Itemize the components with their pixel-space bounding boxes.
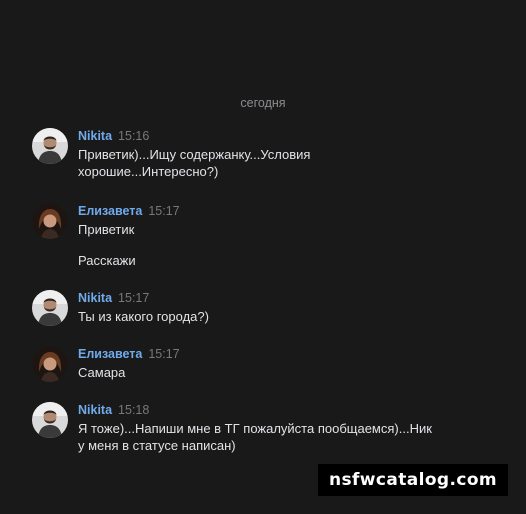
message-text: Я тоже)...Напиши мне в ТГ пожалуйста поо… bbox=[78, 420, 486, 454]
message-line: Ты из какого города?) bbox=[78, 309, 209, 324]
message-line: Я тоже)...Напиши мне в ТГ пожалуйста поо… bbox=[78, 421, 432, 436]
author-name[interactable]: Nikita bbox=[78, 403, 112, 417]
message-text: Приветик Расскажи bbox=[78, 221, 486, 269]
message-line: Приветик)...Ищу содержанку...Условия bbox=[78, 147, 311, 162]
author-name[interactable]: Nikita bbox=[78, 129, 112, 143]
message-time[interactable]: 15:18 bbox=[118, 403, 149, 417]
author-name[interactable]: Елизавета bbox=[78, 204, 142, 218]
message-line: Приветик bbox=[78, 222, 135, 237]
avatar-nikita[interactable] bbox=[32, 402, 68, 438]
message-time[interactable]: 15:17 bbox=[148, 347, 179, 361]
message-text: Приветик)...Ищу содержанку...Условия хор… bbox=[78, 146, 486, 180]
message-line: у меня в статусе написан) bbox=[78, 438, 236, 453]
message-time[interactable]: 15:17 bbox=[148, 204, 179, 218]
message-line: хорошие...Интересно?) bbox=[78, 164, 219, 179]
message-time[interactable]: 15:17 bbox=[118, 291, 149, 305]
avatar-elizaveta[interactable] bbox=[32, 203, 68, 239]
watermark: nsfwcatalog.com bbox=[318, 464, 508, 496]
author-name[interactable]: Nikita bbox=[78, 291, 112, 305]
message-time[interactable]: 15:16 bbox=[118, 129, 149, 143]
avatar-nikita[interactable] bbox=[32, 128, 68, 164]
message-line: Самара bbox=[78, 365, 126, 380]
avatar-elizaveta[interactable] bbox=[32, 346, 68, 382]
author-name[interactable]: Елизавета bbox=[78, 347, 142, 361]
avatar-nikita[interactable] bbox=[32, 290, 68, 326]
date-separator: сегодня bbox=[240, 96, 286, 110]
chat-history: сегодня Nikita 15:16 Приветик)...Ищу соде… bbox=[0, 0, 526, 514]
message-line: Расскажи bbox=[78, 253, 136, 268]
message-text: Ты из какого города?) bbox=[78, 308, 486, 325]
message-text: Самара bbox=[78, 364, 486, 381]
